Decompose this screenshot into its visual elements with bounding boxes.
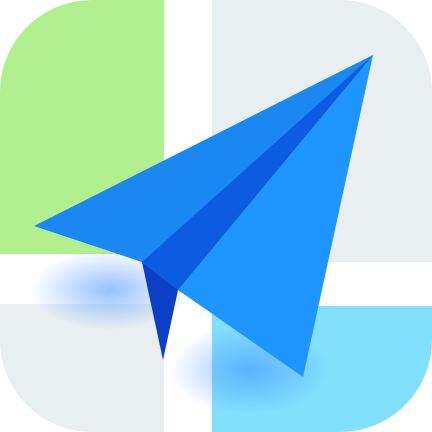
app-icon-artwork: [0, 0, 432, 432]
app-icon[interactable]: [0, 0, 432, 432]
